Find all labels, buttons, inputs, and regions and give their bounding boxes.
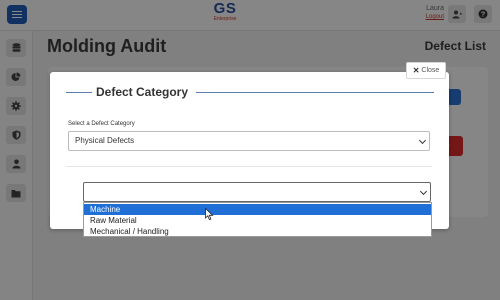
modal-title: Defect Category [96, 85, 189, 99]
category-label: Select a Defect Category [68, 121, 135, 127]
close-button[interactable]: ✕ Close [406, 62, 446, 79]
category-select[interactable]: Physical Defects [68, 131, 430, 151]
divider [66, 166, 432, 167]
chevron-down-icon [419, 187, 428, 196]
mouse-pointer-icon [205, 208, 214, 221]
subcategory-dropdown: Machine Raw Material Mechanical / Handli… [83, 202, 432, 237]
legend-line-right [196, 92, 434, 93]
chevron-down-icon [418, 136, 427, 145]
close-icon: ✕ [412, 66, 420, 75]
option-machine[interactable]: Machine [84, 204, 431, 215]
close-label: Close [421, 67, 440, 74]
category-select-value: Physical Defects [75, 136, 135, 145]
legend-line-left [66, 92, 92, 93]
option-mechanical-handling[interactable]: Mechanical / Handling [84, 226, 431, 237]
option-raw-material[interactable]: Raw Material [84, 215, 431, 226]
subcategory-select[interactable] [83, 182, 431, 202]
